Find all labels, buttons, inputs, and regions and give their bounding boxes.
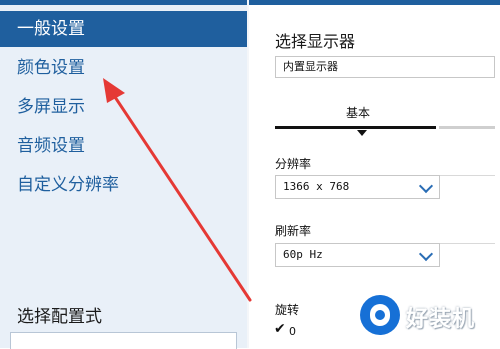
resolution-label: 分辨率 <box>275 157 312 171</box>
refresh-rate-select[interactable]: 60p Hz <box>275 243 440 267</box>
watermark-logo-icon <box>360 295 400 335</box>
resolution-select[interactable]: 1366 x 768 <box>275 175 440 199</box>
watermark: 好装机 <box>360 295 490 341</box>
sidebar-item-general[interactable]: 一般设置 <box>0 11 247 47</box>
display-tab-basic[interactable]: 基本 <box>338 104 378 121</box>
watermark-text: 好装机 <box>406 307 476 332</box>
watermark-logo-dot <box>375 310 385 320</box>
rotation-label: 旋转 <box>275 303 300 317</box>
refresh-rate-select-extension <box>440 243 495 244</box>
resolution-select-extension <box>440 175 495 176</box>
display-select[interactable]: 内置显示器 <box>275 56 495 78</box>
sidebar-item-multi-display[interactable]: 多屏显示 <box>0 89 247 125</box>
select-profile-label: 选择配置式 <box>17 307 102 327</box>
refresh-rate-value: 60p Hz <box>283 248 323 261</box>
check-icon: ✔ <box>274 321 286 337</box>
chevron-down-icon[interactable] <box>418 178 434 194</box>
rotation-value: 0 <box>289 325 296 338</box>
display-tab-track <box>439 126 495 129</box>
select-display-title: 选择显示器 <box>275 32 356 51</box>
profile-select[interactable] <box>10 332 237 349</box>
resolution-value: 1366 x 768 <box>283 180 350 193</box>
sidebar-top-bar <box>0 0 247 5</box>
display-tab-indicator <box>275 126 436 129</box>
sidebar-item-audio[interactable]: 音频设置 <box>0 128 247 164</box>
refresh-rate-label: 刷新率 <box>275 224 312 238</box>
display-tab-marker <box>357 130 367 136</box>
sidebar-item-color[interactable]: 颜色设置 <box>0 50 247 86</box>
chevron-down-icon[interactable] <box>418 246 434 262</box>
sidebar-item-custom-resolution[interactable]: 自定义分辨率 <box>0 167 247 203</box>
sidebar: 一般设置 颜色设置 多屏显示 音频设置 自定义分辨率 选择配置式 <box>0 0 247 349</box>
